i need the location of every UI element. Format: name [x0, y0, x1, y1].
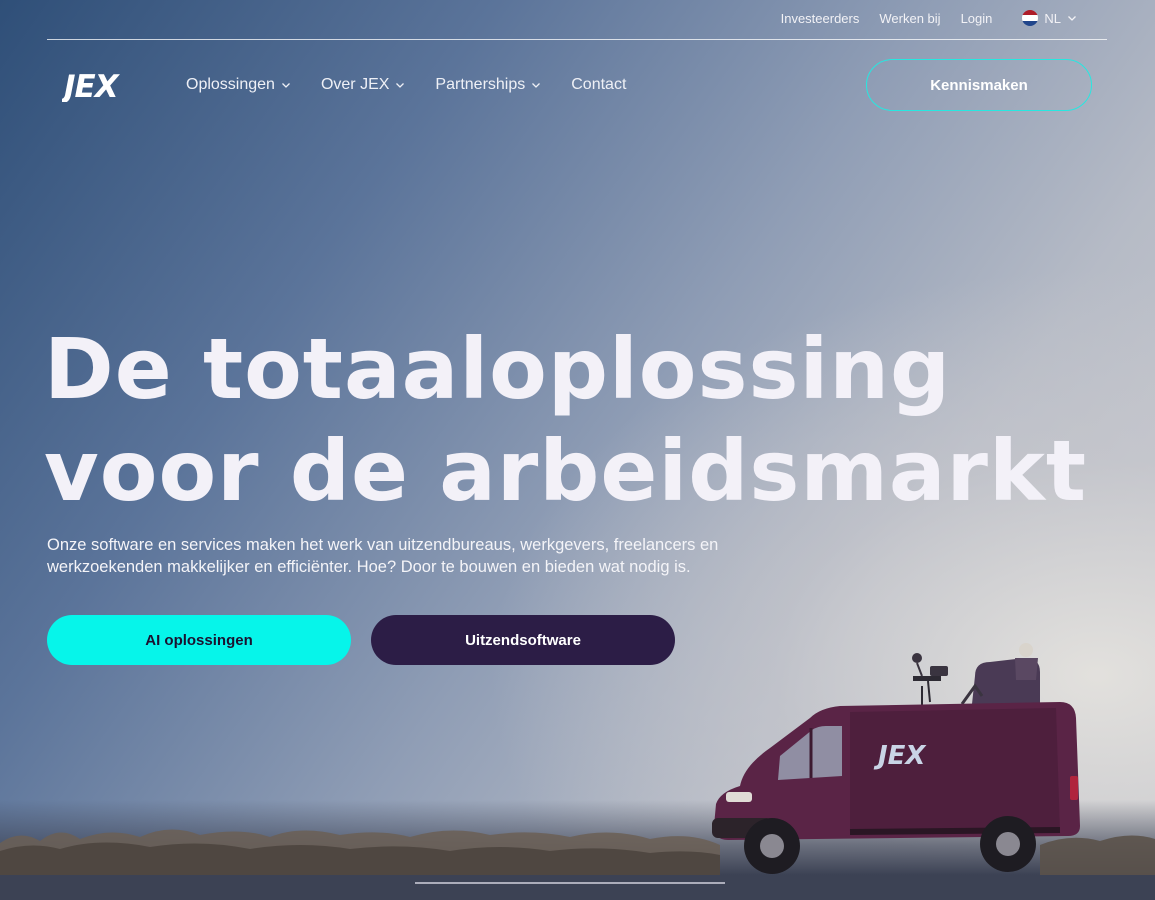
- hero-headline: De totaaloplossing voor de arbeidsmarkt: [44, 318, 1087, 522]
- svg-text:JEX: JEX: [62, 69, 121, 102]
- chevron-down-icon: [1068, 16, 1076, 21]
- ai-oplossingen-button[interactable]: AI oplossingen: [47, 615, 351, 665]
- road-marking: [415, 882, 725, 884]
- nav-item-oplossingen[interactable]: Oplossingen: [186, 76, 291, 94]
- chevron-down-icon: [281, 83, 290, 88]
- headline-line-2: voor de arbeidsmarkt: [44, 422, 1087, 520]
- nav-item-label: Contact: [571, 76, 627, 93]
- nav-item-label: Partnerships: [435, 76, 526, 93]
- headline-line-1: De totaaloplossing: [44, 320, 952, 418]
- kennismaken-button[interactable]: Kennismaken: [866, 59, 1092, 111]
- utility-bar: Investeerders Werken bij Login NL: [781, 0, 1077, 36]
- uitzendsoftware-button[interactable]: Uitzendsoftware: [371, 615, 675, 665]
- jex-logo[interactable]: JEX: [62, 68, 134, 102]
- nav-item-label: Over JEX: [320, 76, 390, 93]
- nav-item-over-jex[interactable]: Over JEX: [321, 76, 405, 94]
- chevron-down-icon: [532, 83, 541, 88]
- chevron-down-icon: [396, 83, 405, 88]
- investeerders-link[interactable]: Investeerders: [781, 11, 860, 26]
- language-label: NL: [1044, 10, 1061, 26]
- main-nav: JEX Oplossingen Over JEX Partnerships Co…: [62, 58, 1092, 112]
- hero-subtext: Onze software en services maken het werk…: [47, 536, 719, 576]
- login-link[interactable]: Login: [961, 11, 993, 26]
- werken-bij-link[interactable]: Werken bij: [879, 11, 940, 26]
- nav-item-label: Oplossingen: [186, 76, 275, 93]
- jex-van-illustration: JEX: [712, 643, 1080, 874]
- nav-menu: Oplossingen Over JEX Partnerships Contac…: [186, 76, 626, 94]
- nl-flag-icon: [1022, 10, 1039, 26]
- language-selector[interactable]: NL: [1022, 10, 1077, 26]
- van-logo-text: JEX: [873, 741, 927, 771]
- header-divider: [47, 39, 1107, 40]
- nav-item-partnerships[interactable]: Partnerships: [435, 76, 541, 94]
- nav-item-contact[interactable]: Contact: [571, 76, 626, 94]
